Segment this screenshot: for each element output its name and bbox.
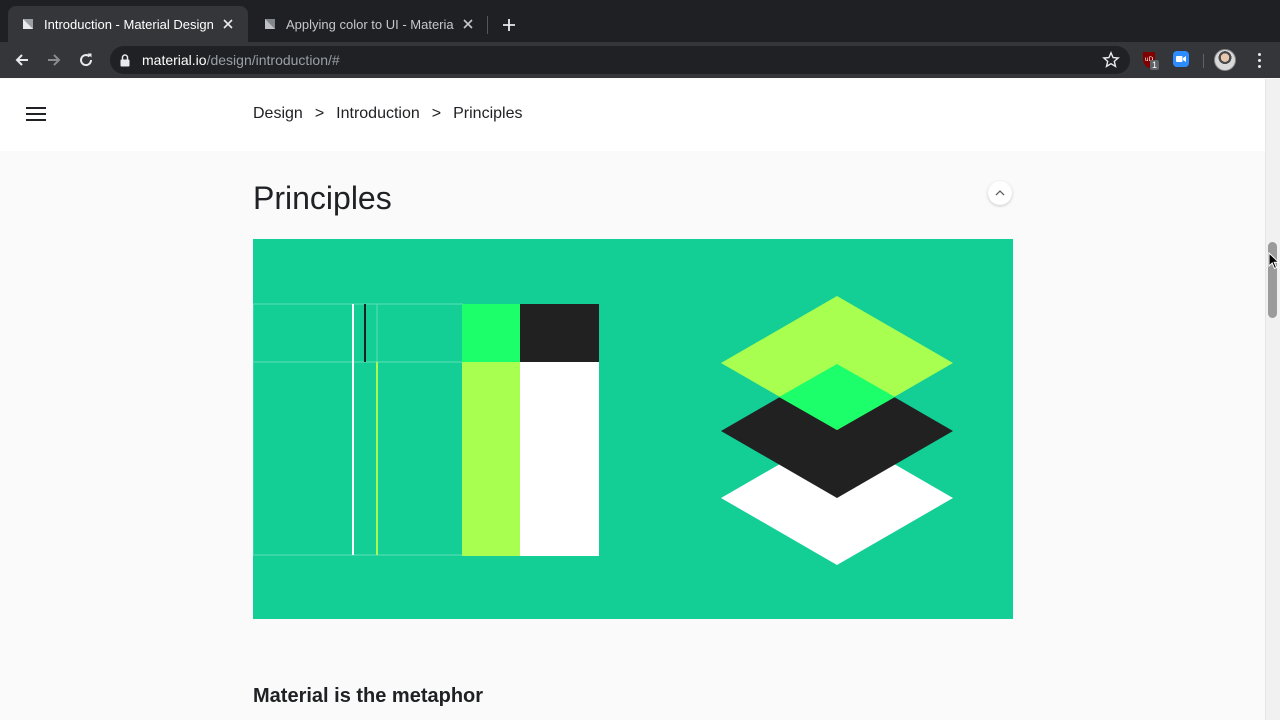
back-button[interactable] xyxy=(10,48,34,72)
tab-divider xyxy=(487,16,488,34)
profile-avatar[interactable] xyxy=(1214,49,1236,71)
subheading-material-metaphor: Material is the metaphor xyxy=(253,685,484,707)
zoom-camera-icon xyxy=(1173,51,1189,67)
breadcrumb-separator: > xyxy=(431,105,442,122)
close-icon[interactable] xyxy=(220,16,236,32)
zoom-extension[interactable] xyxy=(1172,50,1192,70)
tab-title: Applying color to UI - Material xyxy=(286,16,454,32)
back-arrow-icon xyxy=(15,54,28,66)
mouse-cursor-icon xyxy=(1268,252,1280,270)
tab-introduction[interactable]: Introduction - Material Design xyxy=(8,6,248,42)
tab-strip: Introduction - Material Design Applying … xyxy=(0,0,1280,42)
url-path: /design/introduction/# xyxy=(206,52,340,68)
reload-icon xyxy=(80,53,93,67)
browser-menu-icon[interactable] xyxy=(1250,50,1268,70)
collapse-section-button[interactable] xyxy=(988,181,1012,205)
reload-button[interactable] xyxy=(74,48,98,72)
breadcrumb-separator: > xyxy=(314,105,325,122)
site-header: Design > Introduction > Principles xyxy=(0,79,1265,151)
breadcrumb: Design > Introduction > Principles xyxy=(253,105,522,123)
forward-button[interactable] xyxy=(42,48,66,72)
extension-badge: 1 xyxy=(1150,60,1160,70)
address-bar[interactable]: material.io/design/introduction/# xyxy=(110,46,1130,74)
tab-title: Introduction - Material Design xyxy=(44,16,214,32)
bookmark-star-icon[interactable] xyxy=(1102,51,1120,69)
browser-toolbar: material.io/design/introduction/# uD 1 xyxy=(0,42,1280,78)
url-host: material.io xyxy=(142,52,207,68)
ublock-origin-extension[interactable]: uD 1 xyxy=(1140,50,1160,70)
material-favicon-icon xyxy=(22,18,34,30)
breadcrumb-item-design[interactable]: Design xyxy=(253,105,303,123)
forward-arrow-icon xyxy=(48,54,61,66)
toolbar-divider xyxy=(1203,54,1204,68)
breadcrumb-item-principles[interactable]: Principles xyxy=(453,105,522,123)
material-favicon-icon xyxy=(264,18,276,30)
new-tab-button[interactable] xyxy=(497,13,521,37)
close-icon[interactable] xyxy=(460,16,476,32)
page-scrollbar[interactable] xyxy=(1265,79,1280,720)
hamburger-menu-icon[interactable] xyxy=(26,105,46,123)
dark-block xyxy=(520,304,599,362)
section-title: Principles xyxy=(253,180,392,216)
white-block xyxy=(520,362,599,556)
chevron-up-icon xyxy=(995,190,1005,196)
principles-hero-illustration xyxy=(253,239,1013,619)
lime-block xyxy=(462,362,520,556)
tab-applying-color[interactable]: Applying color to UI - Material xyxy=(250,6,488,42)
plus-icon xyxy=(503,19,515,31)
breadcrumb-item-introduction[interactable]: Introduction xyxy=(336,105,420,123)
lock-icon xyxy=(120,53,134,67)
green-block xyxy=(462,304,520,362)
main-content: Principles Material is the metaphor xyxy=(0,151,1265,720)
